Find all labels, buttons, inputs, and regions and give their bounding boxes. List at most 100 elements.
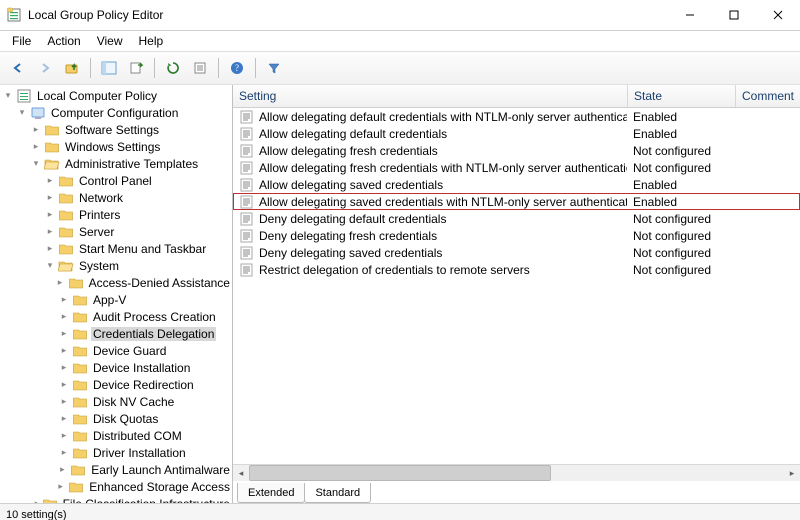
- list-row[interactable]: Allow delegating saved credentialsEnable…: [233, 176, 800, 193]
- tree-pane[interactable]: ▾Local Computer Policy▾Computer Configur…: [0, 85, 233, 503]
- column-header-comment[interactable]: Comment: [736, 85, 800, 107]
- list-row[interactable]: Allow delegating default credentialsEnab…: [233, 125, 800, 142]
- tree-computer-configuration[interactable]: ▾Computer Configuration: [0, 104, 232, 121]
- expand-icon[interactable]: ▸: [56, 394, 72, 410]
- scroll-left-icon[interactable]: ◂: [233, 465, 249, 481]
- expand-icon[interactable]: ▸: [56, 445, 72, 461]
- setting-state: Not configured: [627, 246, 734, 260]
- expand-icon[interactable]: ▸: [42, 224, 58, 240]
- status-text: 10 setting(s): [6, 509, 67, 520]
- list-row[interactable]: Allow delegating saved credentials with …: [233, 193, 800, 210]
- tree-disk-nv-cache[interactable]: ▸ Disk NV Cache: [0, 393, 232, 410]
- tree-access-denied-assistance[interactable]: ▸Access-Denied Assistance: [0, 274, 232, 291]
- expand-icon[interactable]: ▸: [56, 377, 72, 393]
- tree-control-panel[interactable]: ▸Control Panel: [0, 172, 232, 189]
- collapse-icon[interactable]: ▾: [28, 156, 44, 172]
- tree-label: Printers: [77, 208, 122, 222]
- tree-label: Disk Quotas: [91, 412, 160, 426]
- scroll-right-icon[interactable]: ▸: [784, 465, 800, 481]
- expand-icon[interactable]: ▸: [56, 292, 72, 308]
- expand-icon[interactable]: ▸: [56, 309, 72, 325]
- setting-name: Allow delegating fresh credentials with …: [259, 161, 627, 175]
- tree-app-v[interactable]: ▸App-V: [0, 291, 232, 308]
- setting-state: Not configured: [627, 263, 734, 277]
- tree-device-redirection[interactable]: ▸Device Redirection: [0, 376, 232, 393]
- expand-icon[interactable]: ▸: [28, 122, 44, 138]
- tree-file-classification-infrastructure[interactable]: ▸File Classification Infrastructure: [0, 495, 232, 503]
- tab-extended[interactable]: Extended: [237, 483, 305, 503]
- tree-root[interactable]: ▾Local Computer Policy: [0, 87, 232, 104]
- list-body[interactable]: Allow delegating default credentials wit…: [233, 108, 800, 464]
- tree-enhanced-storage-access[interactable]: ▸Enhanced Storage Access: [0, 478, 232, 495]
- list-row[interactable]: Allow delegating fresh credentials with …: [233, 159, 800, 176]
- tree-network[interactable]: ▸Network: [0, 189, 232, 206]
- collapse-icon[interactable]: ▾: [0, 88, 16, 104]
- tree-distributed-com[interactable]: ▸Distributed COM: [0, 427, 232, 444]
- list-row[interactable]: Deny delegating default credentialsNot c…: [233, 210, 800, 227]
- tree-system[interactable]: ▾System: [0, 257, 232, 274]
- tree-printers[interactable]: ▸ Printers: [0, 206, 232, 223]
- expand-icon[interactable]: ▸: [53, 479, 68, 495]
- list-row[interactable]: Allow delegating default credentials wit…: [233, 108, 800, 125]
- tree-administrative-templates[interactable]: ▾Administrative Templates: [0, 155, 232, 172]
- tree-disk-quotas[interactable]: ▸ Disk Quotas: [0, 410, 232, 427]
- list-row[interactable]: Allow delegating fresh credentialsNot co…: [233, 142, 800, 159]
- expand-icon[interactable]: ▸: [56, 411, 72, 427]
- show-hide-tree-button[interactable]: [97, 56, 121, 80]
- tree-audit-process-creation[interactable]: ▸Audit Process Creation: [0, 308, 232, 325]
- tree-early-launch-antimalware[interactable]: ▸Early Launch Antimalware: [0, 461, 232, 478]
- expand-icon[interactable]: ▸: [42, 207, 58, 223]
- setting-state: Not configured: [627, 144, 734, 158]
- up-button[interactable]: [60, 56, 84, 80]
- expand-icon[interactable]: ▸: [56, 360, 72, 376]
- tree-software-settings[interactable]: ▸Software Settings: [0, 121, 232, 138]
- column-header-state[interactable]: State: [628, 85, 736, 107]
- list-row[interactable]: Restrict delegation of credentials to re…: [233, 261, 800, 278]
- tree-device-guard[interactable]: ▸Device Guard: [0, 342, 232, 359]
- tree-credentials-delegation[interactable]: ▸Credentials Delegation: [0, 325, 232, 342]
- setting-name: Allow delegating saved credentials with …: [259, 195, 627, 209]
- toolbar-separator: [218, 58, 219, 78]
- refresh-button[interactable]: [161, 56, 185, 80]
- menu-view[interactable]: View: [89, 32, 131, 50]
- expand-icon[interactable]: ▸: [32, 496, 41, 504]
- tree-label: Device Installation: [91, 361, 192, 375]
- expand-icon[interactable]: ▸: [56, 428, 72, 444]
- tree-windows-settings[interactable]: ▸Windows Settings: [0, 138, 232, 155]
- forward-button[interactable]: [33, 56, 57, 80]
- expand-icon[interactable]: ▸: [42, 241, 58, 257]
- expand-icon[interactable]: ▸: [55, 462, 71, 478]
- horizontal-scrollbar[interactable]: ◂ ▸: [233, 464, 800, 481]
- expand-icon[interactable]: ▸: [28, 139, 44, 155]
- setting-name: Restrict delegation of credentials to re…: [259, 263, 530, 277]
- menu-action[interactable]: Action: [39, 32, 88, 50]
- help-button[interactable]: ?: [225, 56, 249, 80]
- menu-help[interactable]: Help: [131, 32, 172, 50]
- collapse-icon[interactable]: ▾: [42, 258, 58, 274]
- back-button[interactable]: [6, 56, 30, 80]
- expand-icon[interactable]: ▸: [42, 190, 58, 206]
- collapse-icon[interactable]: ▾: [14, 105, 30, 121]
- scroll-thumb[interactable]: [249, 465, 551, 481]
- expand-icon[interactable]: ▸: [56, 343, 72, 359]
- filter-button[interactable]: [262, 56, 286, 80]
- expand-icon[interactable]: ▸: [56, 326, 72, 342]
- export-list-button[interactable]: [124, 56, 148, 80]
- tree-driver-installation[interactable]: ▸Driver Installation: [0, 444, 232, 461]
- properties-button[interactable]: [188, 56, 212, 80]
- menu-file[interactable]: File: [4, 32, 39, 50]
- tree-label: Disk NV Cache: [91, 395, 176, 409]
- minimize-button[interactable]: [668, 1, 712, 29]
- close-button[interactable]: [756, 1, 800, 29]
- list-row[interactable]: Deny delegating fresh credentialsNot con…: [233, 227, 800, 244]
- maximize-button[interactable]: [712, 1, 756, 29]
- tab-standard[interactable]: Standard: [304, 483, 371, 503]
- expand-icon[interactable]: ▸: [53, 275, 68, 291]
- tree-server[interactable]: ▸Server: [0, 223, 232, 240]
- setting-state: Enabled: [627, 110, 734, 124]
- tree-device-installation[interactable]: ▸ Device Installation: [0, 359, 232, 376]
- column-header-setting[interactable]: Setting: [233, 85, 628, 107]
- expand-icon[interactable]: ▸: [42, 173, 58, 189]
- tree-start-menu-and-taskbar[interactable]: ▸Start Menu and Taskbar: [0, 240, 232, 257]
- list-row[interactable]: Deny delegating saved credentialsNot con…: [233, 244, 800, 261]
